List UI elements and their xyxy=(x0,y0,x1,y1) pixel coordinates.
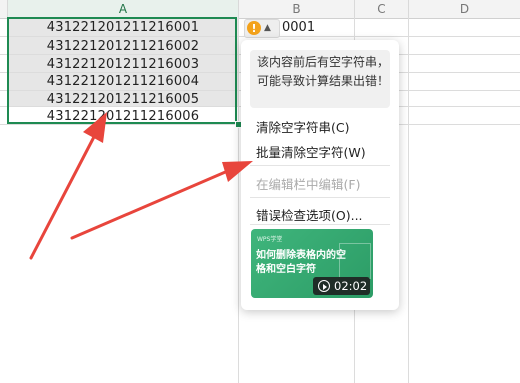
video-duration: 02:02 xyxy=(334,279,368,293)
error-tip-text: 该内容前后有空字符串，可能导致计算结果出错！ xyxy=(250,50,390,108)
video-brand: WPS学堂 xyxy=(257,236,283,243)
video-title: 如何删除表格内的空格和空白字符 xyxy=(256,250,346,275)
column-header-d[interactable]: D xyxy=(409,0,520,19)
column-header-b[interactable]: B xyxy=(239,0,355,19)
caret-up-icon: ▲ xyxy=(264,23,271,33)
warning-icon: ! xyxy=(247,21,261,35)
menu-item-batch-clear[interactable]: 批量清除空字符(W) xyxy=(256,142,366,161)
tutorial-video-card[interactable]: WPS学堂 如何删除表格内的空格和空白字符 02:02 xyxy=(251,229,373,298)
play-icon xyxy=(318,280,330,292)
menu-item-clear-empty-string[interactable]: 清除空字符串(C) xyxy=(256,117,349,136)
error-indicator-button[interactable]: ! ▲ xyxy=(244,19,280,38)
menu-separator xyxy=(250,165,390,166)
selection-border xyxy=(7,17,237,124)
menu-item-edit-in-formula-bar: 在编辑栏中编辑(F) xyxy=(256,177,361,192)
menu-item-error-check-options[interactable]: 错误检查选项(O)... xyxy=(256,205,363,224)
video-duration-badge: 02:02 xyxy=(313,277,370,295)
menu-separator xyxy=(250,224,390,225)
error-options-menu: 该内容前后有空字符串，可能导致计算结果出错！ 清除空字符串(C) 批量清除空字符… xyxy=(241,40,399,310)
menu-separator xyxy=(250,197,390,198)
cell-b1[interactable]: 0001 xyxy=(282,18,315,36)
column-header-c[interactable]: C xyxy=(355,0,409,19)
